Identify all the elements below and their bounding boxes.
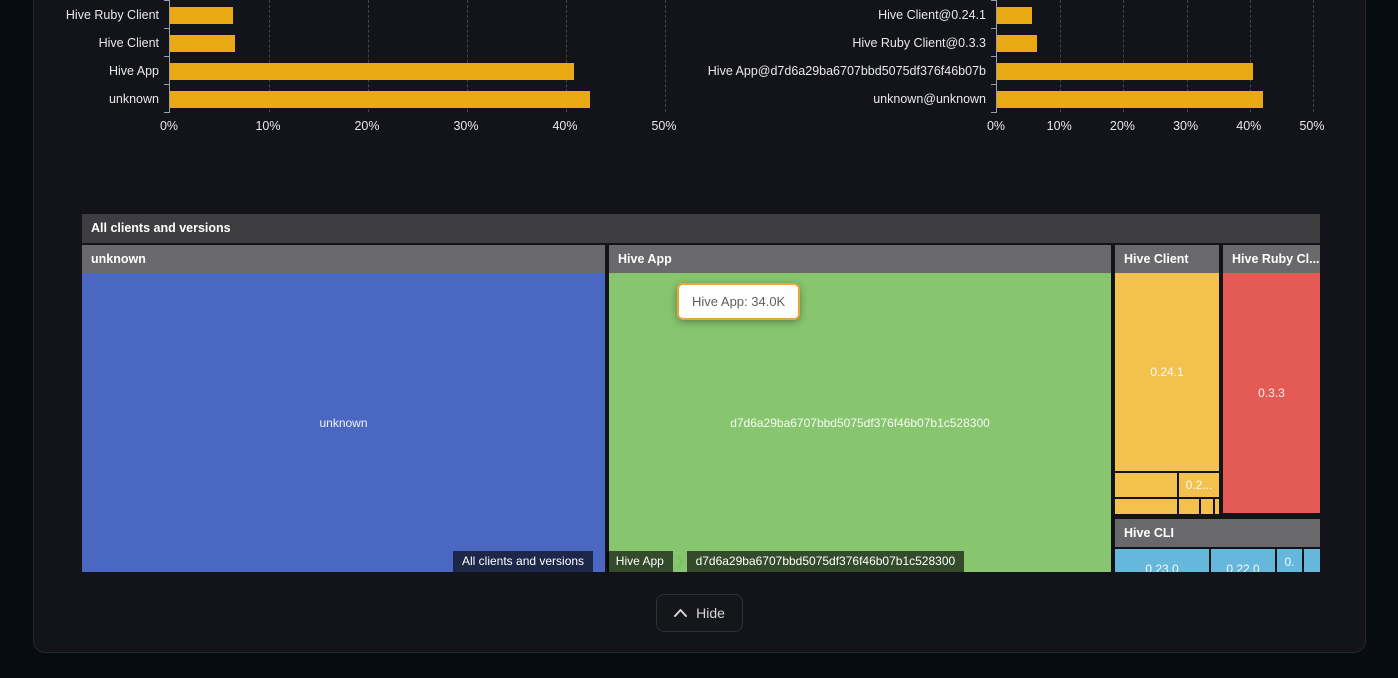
treemap-cell-hive-cli-0-22-0[interactable]: 0.22.0 [1211, 549, 1275, 572]
category-label: Hive Ruby Client [34, 7, 159, 24]
treemap-section-header-unknown[interactable]: unknown [82, 245, 605, 273]
treemap-cell-hive-client-minor-5[interactable] [1215, 499, 1219, 514]
axis-tick [164, 112, 170, 113]
treemap-breadcrumb: All clients and versions❯Hive App❯d7d6a2… [453, 551, 964, 572]
treemap-cell-unknown[interactable]: unknown [82, 273, 605, 572]
bar[interactable] [170, 91, 590, 108]
treemap-root-header[interactable]: All clients and versions [82, 214, 1320, 243]
breadcrumb-item[interactable]: All clients and versions [453, 551, 593, 572]
plot-area [996, 0, 1332, 112]
axis-tick [991, 0, 997, 1]
treemap-cell-hive-cli-0[interactable]: 0. [1277, 549, 1302, 572]
axis-tick [991, 84, 997, 85]
axis-tick-label: 0% [966, 119, 1026, 133]
axis-tick [164, 28, 170, 29]
axis-tick-label: 40% [1219, 119, 1279, 133]
axis-tick-label: 50% [1282, 119, 1342, 133]
bar[interactable] [997, 91, 1263, 108]
category-label: Hive Ruby Client@0.3.3 [700, 35, 986, 52]
hide-button-label: Hide [696, 605, 725, 621]
axis-tick [164, 56, 170, 57]
treemap-cell-hive-cli-minor[interactable] [1304, 549, 1320, 572]
axis-tick-label: 30% [1156, 119, 1216, 133]
bar[interactable] [997, 35, 1037, 52]
treemap-cell-hive-client-0-24-1[interactable]: 0.24.1 [1115, 273, 1219, 471]
axis-tick-label: 40% [535, 119, 595, 133]
bar[interactable] [997, 7, 1032, 24]
axis-tick [164, 84, 170, 85]
category-label: Hive Client@0.24.1 [700, 7, 986, 24]
bar[interactable] [170, 7, 233, 24]
treemap-section-header-hive-app[interactable]: Hive App [609, 245, 1111, 273]
treemap-cell-hive-cli-0-23-0[interactable]: 0.23.0 [1115, 549, 1209, 572]
axis-tick [164, 0, 170, 1]
bar[interactable] [997, 63, 1253, 80]
bar[interactable] [170, 63, 574, 80]
breadcrumb-item[interactable]: d7d6a29ba6707bbd5075df376f46b07b1c528300 [687, 551, 965, 572]
treemap-section-header-hive-ruby-client[interactable]: Hive Ruby Cl... [1223, 245, 1320, 273]
category-label: Hive Client [34, 35, 159, 52]
axis-tick [991, 56, 997, 57]
treemap-cell-hive-client-minor-1[interactable] [1115, 473, 1177, 497]
breadcrumb-chevron-icon: ❯ [673, 551, 687, 572]
axis-tick-label: 30% [436, 119, 496, 133]
client-share-chart: 0% 10% 20% 30% 40% 50% Hive Ruby Client Hive Cl… [34, 0, 700, 140]
breadcrumb-chevron-icon: ❯ [593, 551, 607, 572]
category-label: Hive App [34, 63, 159, 80]
breadcrumb-item[interactable]: Hive App [607, 551, 673, 572]
gridline [1313, 0, 1314, 112]
axis-tick [991, 112, 997, 113]
chevron-up-icon [674, 609, 687, 617]
axis-tick-label: 0% [139, 119, 199, 133]
category-label: unknown [34, 91, 159, 108]
bar-charts-row: 0%10%20%30%40%50%Hive Ruby ClientHive Cl… [34, 0, 1365, 140]
treemap-tooltip: Hive App: 34.0K [677, 283, 800, 320]
plot-area [169, 0, 687, 112]
client-version-share-chart: 0%10%20% 30%40%50% Hive Client@0.24.1 Hive … [700, 0, 1367, 140]
axis-tick-label: 20% [337, 119, 397, 133]
treemap-cell-hive-client-minor-2[interactable] [1115, 499, 1177, 514]
treemap-cell-hive-ruby-client-0-3-3[interactable]: 0.3.3 [1223, 273, 1320, 513]
axis-tick-label: 10% [1029, 119, 1089, 133]
treemap-section-header-hive-client[interactable]: Hive Client [1115, 245, 1219, 273]
clients-treemap: 0.0.22.00.23.0Hive CLI 0.3.30.2...0.24.1 d… [82, 214, 1320, 572]
axis-tick-label: 20% [1092, 119, 1152, 133]
category-label: unknown@unknown [700, 91, 986, 108]
axis-tick-label: 50% [634, 119, 694, 133]
treemap-cell-hive-client-minor-3[interactable] [1179, 499, 1199, 514]
bar[interactable] [170, 35, 235, 52]
hide-button[interactable]: Hide [656, 594, 743, 632]
category-label: Hive App@d7d6a29ba6707bbd5075df376f46b07… [700, 63, 986, 80]
usage-panel: 0%10%20%30%40%50%Hive Ruby ClientHive Cl… [33, 0, 1366, 653]
axis-tick [991, 28, 997, 29]
treemap-cell-hive-client-minor-4[interactable] [1201, 499, 1213, 514]
treemap-cell-hive-client-0-2[interactable]: 0.2... [1179, 473, 1219, 497]
treemap-section-header-hive-cli[interactable]: Hive CLI [1115, 519, 1320, 547]
axis-tick-label: 10% [238, 119, 298, 133]
gridline [665, 0, 666, 112]
panel-footer: Hide [34, 594, 1365, 632]
